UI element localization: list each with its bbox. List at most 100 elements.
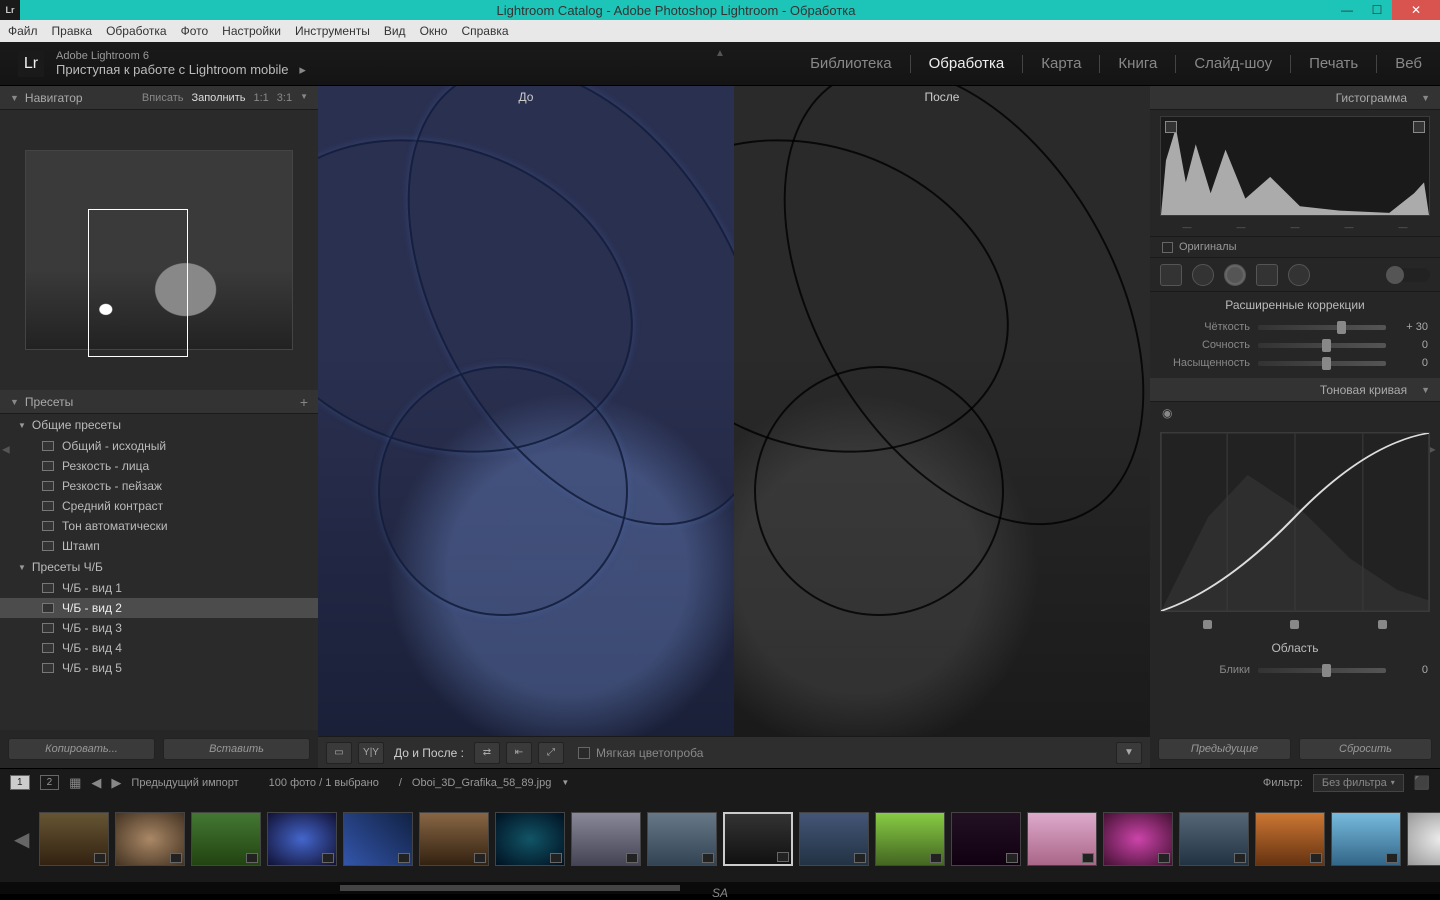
softproof-checkbox[interactable]: Мягкая цветопроба: [578, 746, 703, 760]
back-icon[interactable]: ◀: [91, 775, 101, 791]
forward-icon[interactable]: ▶: [111, 775, 121, 791]
preset-item[interactable]: Резкость - лица: [0, 456, 318, 476]
tone-curve[interactable]: [1160, 432, 1430, 612]
thumbnail[interactable]: [799, 812, 869, 866]
panel-switch[interactable]: [1386, 268, 1430, 282]
preset-group[interactable]: ▼Общие пресеты: [0, 414, 318, 436]
module-book[interactable]: Книга: [1118, 55, 1157, 72]
thumbnail[interactable]: [495, 812, 565, 866]
minimize-button[interactable]: —: [1332, 0, 1362, 20]
chevron-down-icon[interactable]: ▼: [300, 92, 308, 104]
histogram[interactable]: [1160, 116, 1430, 216]
radial-tool[interactable]: [1288, 264, 1310, 286]
swap-button[interactable]: ⇄: [474, 742, 500, 764]
module-map[interactable]: Карта: [1041, 55, 1081, 72]
copy-button[interactable]: Копировать...: [8, 738, 155, 760]
menu-photo[interactable]: Фото: [181, 24, 209, 38]
paste-button[interactable]: Вставить: [163, 738, 310, 760]
highlight-clip-icon[interactable]: [1413, 121, 1425, 133]
nav-1to1[interactable]: 1:1: [253, 92, 268, 104]
thumbnail[interactable]: [115, 812, 185, 866]
thumbnail[interactable]: [343, 812, 413, 866]
thumbnail[interactable]: [267, 812, 337, 866]
view-2-badge[interactable]: 2: [40, 775, 60, 790]
filename-label[interactable]: Oboi_3D_Grafika_58_89.jpg: [412, 777, 551, 789]
preset-item[interactable]: Общий - исходный: [0, 436, 318, 456]
filmstrip-left-arrow[interactable]: ◀: [10, 827, 33, 852]
preset-item[interactable]: Резкость - пейзаж: [0, 476, 318, 496]
thumbnail[interactable]: [1179, 812, 1249, 866]
thumbnail-selected[interactable]: [723, 812, 793, 866]
reset-button[interactable]: Сбросить: [1299, 738, 1432, 760]
navigator-preview[interactable]: [0, 110, 318, 390]
preset-item[interactable]: Штамп: [0, 536, 318, 556]
nav-fill[interactable]: Заполнить: [191, 92, 245, 104]
thumbnail[interactable]: [1331, 812, 1401, 866]
menu-settings[interactable]: Настройки: [222, 24, 281, 38]
thumbnail[interactable]: [419, 812, 489, 866]
crop-tool[interactable]: [1160, 264, 1182, 286]
highlights-slider[interactable]: Блики0: [1150, 661, 1440, 679]
source-label[interactable]: Предыдущий импорт: [131, 777, 238, 789]
add-preset-icon[interactable]: +: [300, 394, 308, 410]
navigator-header[interactable]: ▼ Навигатор Вписать Заполнить 1:1 3:1 ▼: [0, 86, 318, 110]
toolbar-menu-button[interactable]: ▼: [1116, 742, 1142, 764]
identity-plate[interactable]: Adobe Lightroom 6 Приступая к работе с L…: [56, 50, 306, 78]
preset-item[interactable]: Ч/Б - вид 1: [0, 578, 318, 598]
preset-item[interactable]: Ч/Б - вид 4: [0, 638, 318, 658]
nav-3to1[interactable]: 3:1: [277, 92, 292, 104]
left-panel-toggle[interactable]: ◀: [2, 445, 12, 456]
copy-after-button[interactable]: ⤢: [538, 742, 564, 764]
menu-file[interactable]: Файл: [8, 24, 38, 38]
thumbnail[interactable]: [1027, 812, 1097, 866]
top-panel-toggle[interactable]: ▲: [715, 48, 725, 59]
close-button[interactable]: ✕: [1392, 0, 1440, 20]
menu-window[interactable]: Окно: [420, 24, 448, 38]
curve-region-handles[interactable]: [1150, 620, 1440, 635]
thumbnail[interactable]: [1255, 812, 1325, 866]
maximize-button[interactable]: ☐: [1362, 0, 1392, 20]
graduated-tool[interactable]: [1256, 264, 1278, 286]
previous-button[interactable]: Предыдущие: [1158, 738, 1291, 760]
thumbnail[interactable]: [1103, 812, 1173, 866]
module-web[interactable]: Веб: [1395, 55, 1422, 72]
module-slideshow[interactable]: Слайд-шоу: [1194, 55, 1272, 72]
navigator-crop-frame[interactable]: [88, 209, 188, 357]
menu-tools[interactable]: Инструменты: [295, 24, 370, 38]
before-after-viewer[interactable]: До После: [318, 86, 1150, 736]
point-curve-icon[interactable]: ◉: [1162, 406, 1172, 420]
vibrance-slider[interactable]: Сочность0: [1150, 336, 1440, 354]
preset-list[interactable]: ▼Общие пресеты Общий - исходный Резкость…: [0, 414, 318, 730]
presets-header[interactable]: ▼ Пресеты +: [0, 390, 318, 414]
menu-view[interactable]: Вид: [384, 24, 406, 38]
module-develop[interactable]: Обработка: [929, 55, 1005, 72]
nav-fit[interactable]: Вписать: [142, 92, 184, 104]
module-library[interactable]: Библиотека: [810, 55, 892, 72]
thumbnail[interactable]: [951, 812, 1021, 866]
thumbnail[interactable]: [571, 812, 641, 866]
module-print[interactable]: Печать: [1309, 55, 1358, 72]
thumbnail[interactable]: [1407, 812, 1440, 866]
menu-develop[interactable]: Обработка: [106, 24, 167, 38]
preset-item-selected[interactable]: Ч/Б - вид 2: [0, 598, 318, 618]
preset-item[interactable]: Средний контраст: [0, 496, 318, 516]
menu-help[interactable]: Справка: [461, 24, 508, 38]
thumbnail[interactable]: [191, 812, 261, 866]
compare-yy-button[interactable]: Y|Y: [358, 742, 384, 764]
menu-edit[interactable]: Правка: [52, 24, 93, 38]
filter-lock-icon[interactable]: ⬛: [1414, 775, 1430, 791]
redeye-tool[interactable]: [1224, 264, 1246, 286]
thumbnail[interactable]: [39, 812, 109, 866]
shadow-clip-icon[interactable]: [1165, 121, 1177, 133]
histogram-header[interactable]: Гистограмма▼: [1150, 86, 1440, 110]
filter-dropdown[interactable]: Без фильтра▾: [1313, 774, 1404, 792]
saturation-slider[interactable]: Насыщенность0: [1150, 354, 1440, 372]
preset-item[interactable]: Ч/Б - вид 3: [0, 618, 318, 638]
thumbnail[interactable]: [647, 812, 717, 866]
preset-item[interactable]: Ч/Б - вид 5: [0, 658, 318, 678]
preset-item[interactable]: Тон автоматически: [0, 516, 318, 536]
preset-group[interactable]: ▼Пресеты Ч/Б: [0, 556, 318, 578]
loupe-view-button[interactable]: ▭: [326, 742, 352, 764]
originals-checkbox[interactable]: Оригиналы: [1150, 236, 1440, 258]
spot-tool[interactable]: [1192, 264, 1214, 286]
